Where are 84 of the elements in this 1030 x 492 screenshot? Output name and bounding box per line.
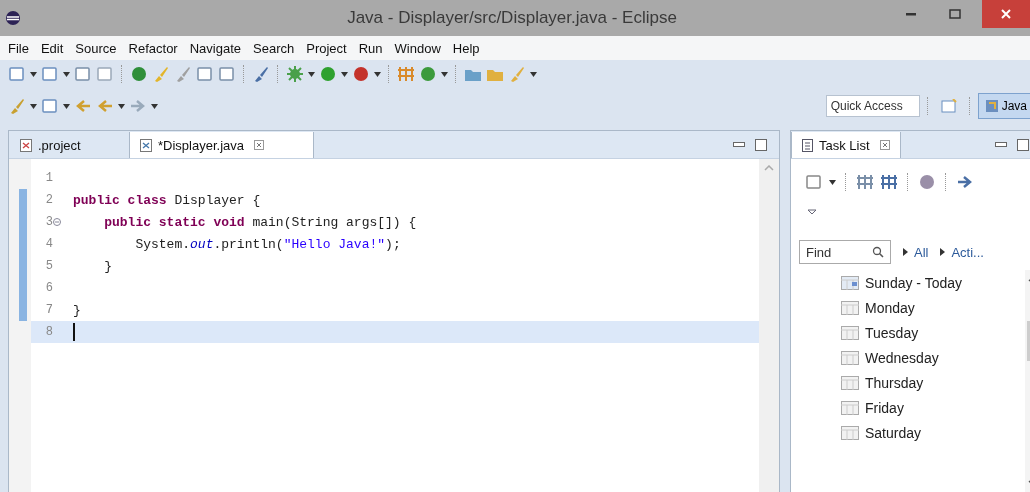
menu-item[interactable]: Navigate <box>185 40 249 56</box>
file-icon <box>140 138 152 152</box>
triangle-icon <box>940 248 946 256</box>
scroll-up-icon[interactable] <box>764 165 774 171</box>
calendar-icon <box>841 300 859 315</box>
triangle-icon <box>903 248 908 256</box>
view-menu-icon[interactable] <box>807 209 817 215</box>
dropdown-caret-icon[interactable] <box>30 71 37 77</box>
code-line: } <box>73 302 81 318</box>
task-list-tab[interactable]: Task List <box>791 132 901 158</box>
maximize-icon[interactable] <box>1017 139 1029 151</box>
menu-item[interactable]: Source <box>71 40 125 56</box>
line-number: 6 <box>44 281 53 295</box>
calendar-icon <box>841 325 859 340</box>
menu-item[interactable]: Refactor <box>124 40 186 56</box>
line-number: 1 <box>44 171 53 185</box>
dropdown-caret-icon[interactable] <box>441 71 448 77</box>
day-label[interactable]: Wednesday <box>865 349 939 366</box>
code-line: public class Displayer { <box>73 192 261 208</box>
grid-icon[interactable] <box>397 65 415 83</box>
day-label[interactable]: Friday <box>865 399 904 416</box>
menu-item[interactable]: Search <box>249 40 303 56</box>
calendar-icon <box>841 400 859 415</box>
menu-item[interactable]: Run <box>354 40 391 56</box>
menu-item[interactable]: Project <box>302 40 355 56</box>
code-line: System.out.println("Hello Java!"); <box>134 236 401 252</box>
dropdown-caret-icon[interactable] <box>374 71 381 77</box>
line-number: 2 <box>44 193 53 207</box>
editor-tab[interactable]: *Displayer.java <box>129 132 314 158</box>
list-icon <box>802 138 813 152</box>
minimize-icon[interactable] <box>995 142 1007 148</box>
code-line: } <box>103 258 112 274</box>
line-number: 5 <box>44 259 53 273</box>
minimize-icon[interactable] <box>733 142 745 148</box>
menu-item[interactable]: Edit <box>36 40 72 56</box>
pen-icon[interactable] <box>174 65 192 83</box>
calendar-icon <box>841 275 859 290</box>
text-cursor <box>73 323 75 341</box>
minimize-icon[interactable] <box>906 12 916 16</box>
dropdown-caret-icon[interactable] <box>30 103 37 109</box>
close-icon[interactable] <box>254 140 264 150</box>
line-number: 8 <box>44 325 53 339</box>
day-label[interactable]: Sunday - Today <box>865 274 963 291</box>
filter-link[interactable]: Acti... <box>940 244 984 260</box>
line-number: 7 <box>44 303 53 317</box>
search-icon <box>872 246 884 258</box>
close-button[interactable] <box>982 0 1030 28</box>
line-number: 4 <box>44 237 53 251</box>
dropdown-caret-icon[interactable] <box>63 103 70 109</box>
find-field[interactable]: Find <box>799 240 891 264</box>
editor-tab[interactable]: .project <box>9 132 129 158</box>
fold-icon[interactable] <box>53 218 61 226</box>
dropdown-caret-icon[interactable] <box>118 103 125 109</box>
day-label[interactable]: Saturday <box>865 424 922 441</box>
menu-item[interactable]: Window <box>390 40 449 56</box>
maximize-icon[interactable] <box>755 139 767 151</box>
dropdown-caret-icon[interactable] <box>341 71 348 77</box>
day-label[interactable]: Thursday <box>865 374 924 391</box>
menu-item[interactable]: Help <box>448 40 488 56</box>
day-label[interactable]: Monday <box>865 299 915 316</box>
close-icon[interactable] <box>879 140 890 150</box>
scrollbar[interactable] <box>759 159 779 492</box>
dropdown-caret-icon[interactable] <box>530 71 537 77</box>
code-line: public static void main(String args[]) { <box>103 214 417 230</box>
menu-item[interactable]: File <box>4 40 37 56</box>
calendar-icon <box>841 425 859 440</box>
dropdown-caret-icon[interactable] <box>308 71 315 77</box>
filter-link[interactable]: All <box>903 244 929 260</box>
java-perspective-button[interactable]: Java <box>977 93 1030 119</box>
perspective-icon <box>984 99 999 113</box>
line-number: 3 <box>44 215 53 229</box>
day-label[interactable]: Tuesday <box>865 324 919 341</box>
sphere-icon[interactable] <box>918 173 936 191</box>
window-title: Java - Displayer/src/Displayer.java - Eclipse <box>346 8 678 28</box>
eclipse-logo-icon <box>6 11 20 25</box>
file-icon <box>20 138 32 152</box>
dropdown-caret-icon[interactable] <box>829 179 836 185</box>
quick-access-field[interactable]: Quick Access <box>825 95 920 117</box>
dropdown-caret-icon[interactable] <box>63 71 70 77</box>
calendar-icon <box>841 350 859 365</box>
dropdown-caret-icon[interactable] <box>151 103 158 109</box>
calendar-icon <box>841 375 859 390</box>
pencil-icon[interactable] <box>252 65 270 83</box>
maximize-icon[interactable] <box>949 9 961 19</box>
